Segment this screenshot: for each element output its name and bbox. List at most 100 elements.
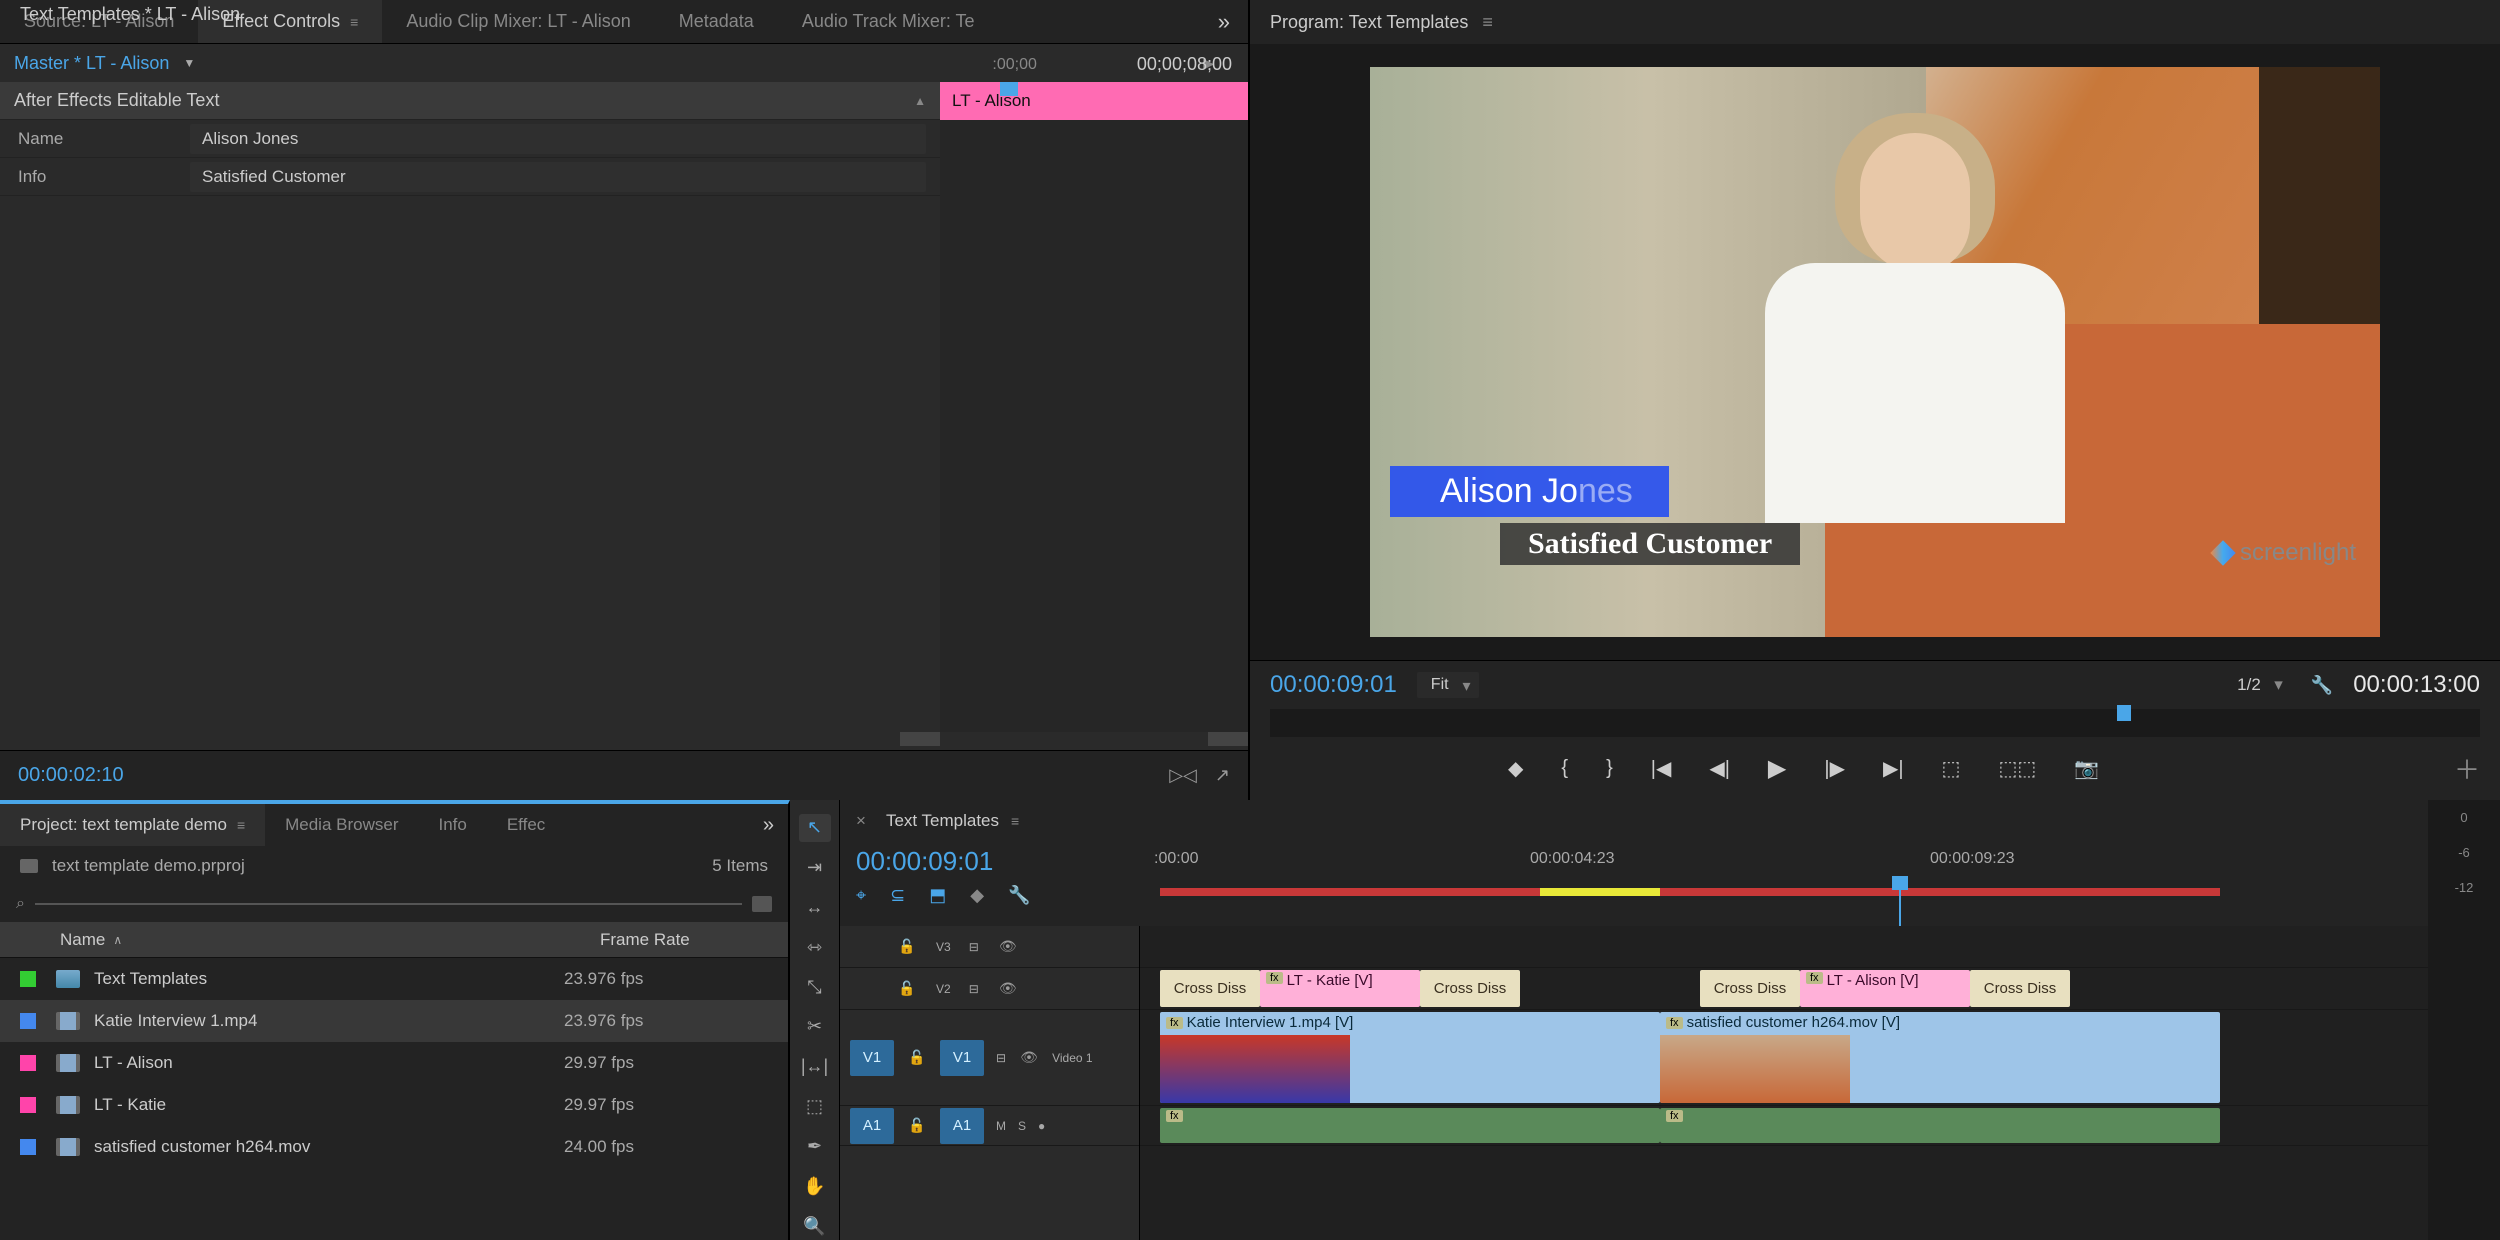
tab-program[interactable]: Program: Text Templates <box>1270 12 1468 33</box>
track-header-v1[interactable]: V1 🔓 V1 ⊟ 👁 Video 1 <box>840 1010 1139 1106</box>
program-playhead[interactable] <box>2117 705 2131 721</box>
ripple-edit-tool[interactable]: ↔ <box>799 894 831 922</box>
toggle-track-icon[interactable]: ▷◁ <box>1169 765 1197 786</box>
step-forward-button[interactable]: |▶ <box>1824 756 1845 781</box>
clip-lt-katie[interactable]: fxLT - Katie [V] <box>1260 970 1420 1007</box>
mark-out-button[interactable]: } <box>1606 757 1613 780</box>
lock-icon[interactable]: 🔓 <box>906 1047 928 1069</box>
project-item[interactable]: satisfied customer h264.mov24.00 fps <box>0 1126 788 1168</box>
panel-menu-icon[interactable]: ≡ <box>237 817 245 833</box>
hand-tool[interactable]: ✋ <box>799 1172 831 1200</box>
project-item[interactable]: Text Templates23.976 fps <box>0 958 788 1000</box>
settings-wrench-icon[interactable]: 🔧 <box>2311 675 2333 696</box>
panel-menu-icon[interactable]: ≡ <box>1011 813 1019 829</box>
close-sequence-icon[interactable]: × <box>856 811 866 831</box>
source-patch-a1[interactable]: A1 <box>850 1108 894 1144</box>
ec-clip-bar[interactable]: LT - Alison <box>940 82 1248 120</box>
track-select-tool[interactable]: ⇥ <box>799 854 831 882</box>
rolling-edit-tool[interactable]: ⇿ <box>799 933 831 961</box>
step-back-button[interactable]: ◀| <box>1709 756 1730 781</box>
clip-cross-dissolve[interactable]: Cross Diss <box>1420 970 1520 1007</box>
search-icon[interactable]: ⌕ <box>16 895 25 913</box>
work-area-bar[interactable] <box>1160 888 1540 896</box>
sync-lock-icon[interactable]: ⊟ <box>996 1051 1006 1065</box>
tab-info[interactable]: Info <box>418 804 486 846</box>
tab-audio-track-mixer[interactable]: Audio Track Mixer: Te <box>778 0 999 43</box>
eye-icon[interactable]: 👁 <box>1018 1047 1040 1069</box>
go-to-in-button[interactable]: |◀ <box>1651 756 1672 781</box>
project-item[interactable]: LT - Katie29.97 fps <box>0 1084 788 1126</box>
program-playbar[interactable] <box>1270 709 2480 737</box>
tab-project[interactable]: Project: text template demo≡ <box>0 804 265 846</box>
add-marker-icon[interactable]: ⬒ <box>929 885 946 906</box>
pen-tool[interactable]: ✒ <box>799 1133 831 1161</box>
timeline-playhead[interactable] <box>1892 876 1908 890</box>
ec-mini-playhead[interactable] <box>1000 82 1018 96</box>
export-frame-icon[interactable]: ↗ <box>1215 765 1230 786</box>
sync-lock-icon[interactable]: ⊟ <box>969 982 979 996</box>
tab-metadata[interactable]: Metadata <box>655 0 778 43</box>
timeline-timecode[interactable]: 00:00:09:01 <box>856 846 1156 877</box>
search-input[interactable] <box>35 903 742 905</box>
project-item[interactable]: LT - Alison29.97 fps <box>0 1042 788 1084</box>
target-patch-a1[interactable]: A1 <box>940 1108 984 1144</box>
clip-audio-katie[interactable]: fx <box>1160 1108 1660 1143</box>
ec-scroll-h-right[interactable] <box>1208 732 1248 746</box>
go-to-out-button[interactable]: ▶| <box>1883 756 1904 781</box>
clip-cross-dissolve[interactable]: Cross Diss <box>1970 970 2070 1007</box>
clip-satisfied-customer[interactable]: fxsatisfied customer h264.mov [V] <box>1660 1012 2220 1103</box>
sync-lock-icon[interactable]: ⊟ <box>969 940 979 954</box>
ec-input-info[interactable]: Satisfied Customer <box>190 162 926 192</box>
linked-selection-icon[interactable]: ⊆ <box>890 885 905 906</box>
ec-input-name[interactable]: Alison Jones <box>190 124 926 154</box>
source-patch-v1[interactable]: V1 <box>850 1040 894 1076</box>
label-swatch[interactable] <box>20 1097 36 1113</box>
find-in-bin-icon[interactable] <box>752 896 772 912</box>
label-swatch[interactable] <box>20 1013 36 1029</box>
program-timecode-current[interactable]: 00:00:09:01 <box>1270 671 1397 699</box>
tab-effects[interactable]: Effec <box>487 804 565 846</box>
label-swatch[interactable] <box>20 1139 36 1155</box>
record-icon[interactable]: ● <box>1038 1119 1045 1133</box>
track-header-a1[interactable]: A1 🔓 A1 M S ● <box>840 1106 1139 1146</box>
rate-stretch-tool[interactable]: ⤡ <box>799 973 831 1001</box>
lock-icon[interactable]: 🔓 <box>896 936 918 958</box>
eye-icon[interactable]: 👁 <box>997 936 1019 958</box>
resolution-dropdown[interactable]: 1/2 <box>2227 671 2291 699</box>
column-name[interactable]: Name∧ <box>0 930 590 950</box>
mark-in-button[interactable]: { <box>1561 757 1568 780</box>
project-item[interactable]: Katie Interview 1.mp423.976 fps <box>0 1000 788 1042</box>
tab-sequence[interactable]: Text Templates <box>886 811 999 831</box>
lock-icon[interactable]: 🔓 <box>906 1115 928 1137</box>
razor-tool[interactable]: ✂ <box>799 1013 831 1041</box>
clip-katie-interview[interactable]: fxKatie Interview 1.mp4 [V] <box>1160 1012 1660 1103</box>
export-frame-button[interactable]: 📷 <box>2074 756 2099 781</box>
add-marker-button[interactable]: ◆ <box>1508 756 1523 781</box>
label-swatch[interactable] <box>20 971 36 987</box>
selection-tool[interactable]: ↖ <box>799 814 831 842</box>
settings-wrench-icon[interactable]: 🔧 <box>1008 885 1030 906</box>
clip-lt-alison[interactable]: fxLT - Alison [V] <box>1800 970 1970 1007</box>
tab-audio-clip-mixer[interactable]: Audio Clip Mixer: LT - Alison <box>382 0 654 43</box>
mute-icon[interactable]: M <box>996 1119 1006 1133</box>
button-editor-icon[interactable]: ＋ <box>2454 750 2480 787</box>
tab-media-browser[interactable]: Media Browser <box>265 804 418 846</box>
panel-menu-icon[interactable]: ≡ <box>350 14 358 30</box>
snap-icon[interactable]: ⌖ <box>856 885 866 906</box>
tabs-overflow-icon[interactable]: » <box>749 804 788 846</box>
program-viewer[interactable]: Alison Jones Satisfied Customer screenli… <box>1250 44 2500 660</box>
panel-menu-icon[interactable]: ≡ <box>1482 12 1493 33</box>
slide-tool[interactable]: ⬚ <box>799 1093 831 1121</box>
column-frame-rate[interactable]: Frame Rate <box>590 930 788 950</box>
target-patch-v1[interactable]: V1 <box>940 1040 984 1076</box>
ec-scroll-h-left[interactable] <box>900 732 940 746</box>
lift-button[interactable]: ⬚ <box>1942 756 1961 781</box>
clip-audio-satisfied[interactable]: fx <box>1660 1108 2220 1143</box>
extract-button[interactable]: ⬚⬚ <box>1998 756 2036 781</box>
lock-icon[interactable]: 🔓 <box>896 978 918 1000</box>
eye-icon[interactable]: 👁 <box>997 978 1019 1000</box>
play-button[interactable]: ▶ <box>1768 754 1786 783</box>
tabs-overflow-icon[interactable]: » <box>1200 0 1248 43</box>
track-header-v2[interactable]: 🔓 V2 ⊟ 👁 <box>840 968 1139 1010</box>
clip-cross-dissolve[interactable]: Cross Diss <box>1160 970 1260 1007</box>
